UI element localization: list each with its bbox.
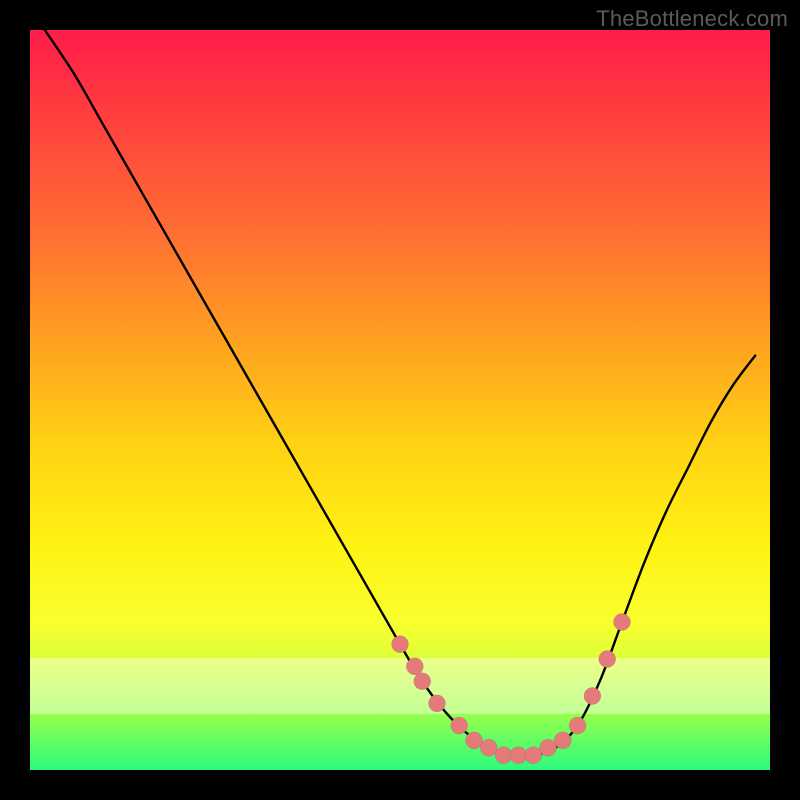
sample-dot <box>480 739 497 756</box>
sample-dot <box>406 658 423 675</box>
sample-dot <box>569 717 586 734</box>
sample-dot <box>451 717 468 734</box>
sample-dot <box>614 614 631 631</box>
sample-dot <box>510 747 527 764</box>
sample-dot <box>466 732 483 749</box>
plot-area <box>30 30 770 770</box>
sample-dot <box>584 688 601 705</box>
chart-stage: TheBottleneck.com <box>0 0 800 800</box>
sample-dot <box>392 636 409 653</box>
sample-dot <box>599 651 616 668</box>
sample-dot <box>525 747 542 764</box>
sample-dot <box>554 732 571 749</box>
sample-dot <box>429 695 446 712</box>
sample-dot <box>540 739 557 756</box>
sample-dot <box>495 747 512 764</box>
curve-layer <box>30 30 770 770</box>
sample-dot <box>414 673 431 690</box>
watermark-label: TheBottleneck.com <box>596 6 788 32</box>
